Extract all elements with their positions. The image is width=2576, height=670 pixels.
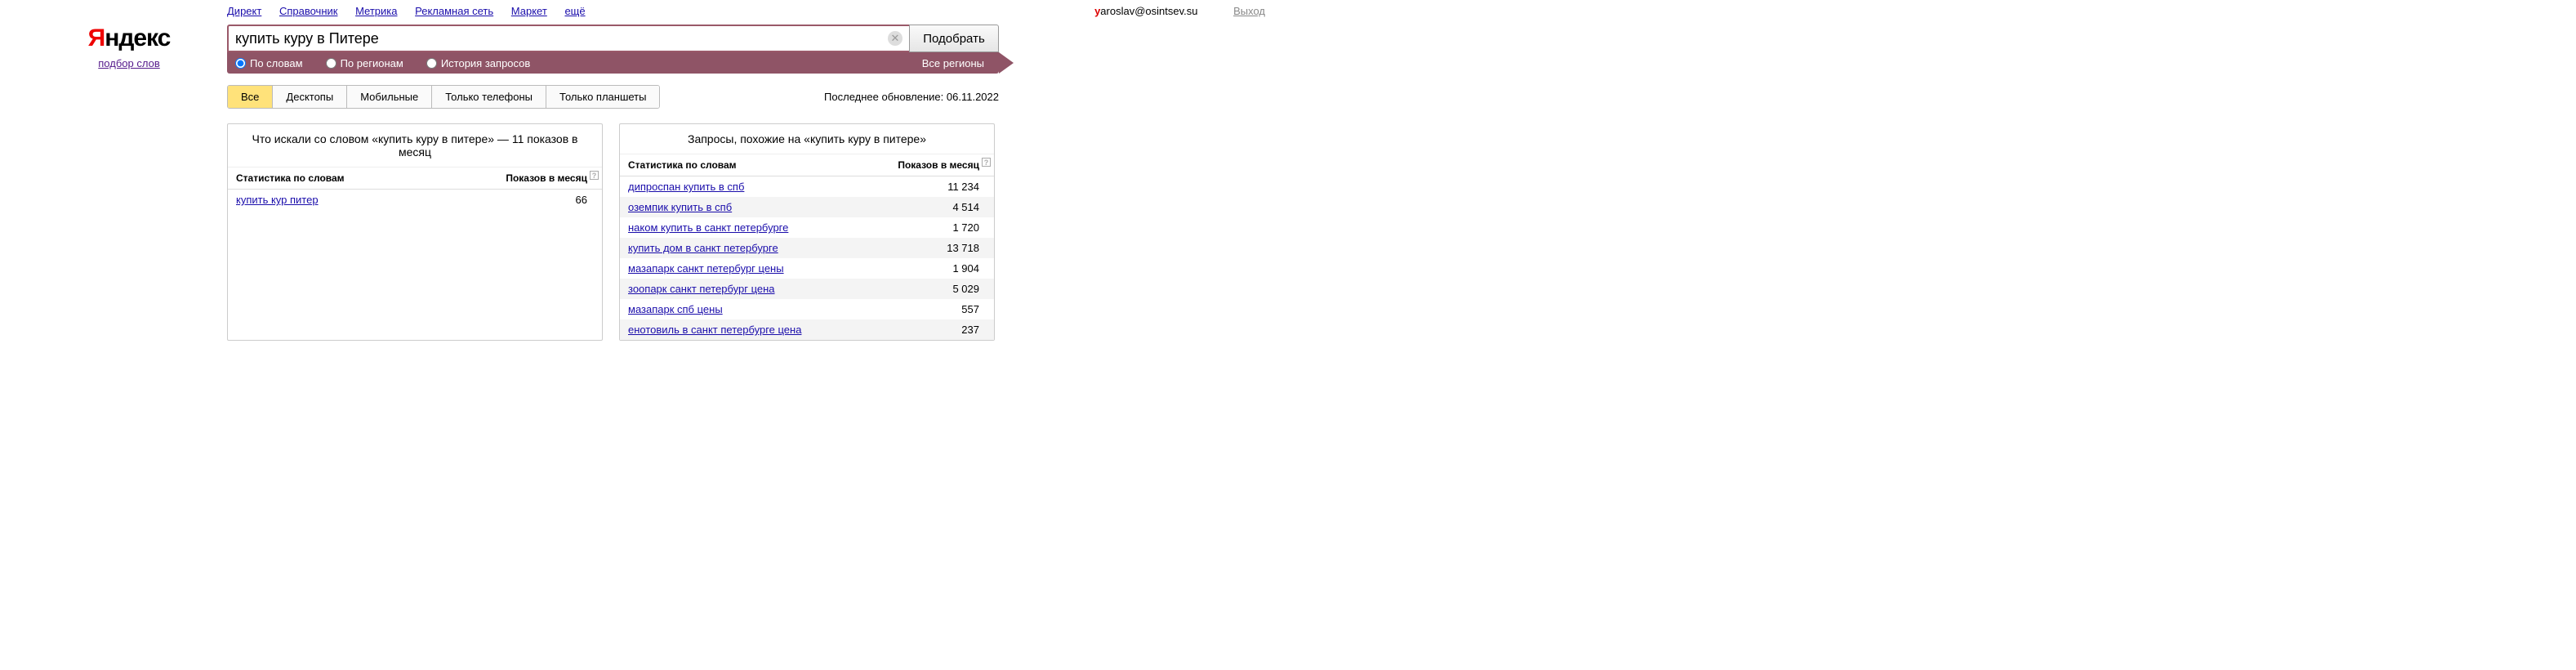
user-box: yaroslav@osintsev.su Выход [1094, 5, 1265, 17]
left-panel: Что искали со словом «купить куру в пите… [227, 123, 603, 341]
query-link[interactable]: енотовиль в санкт петербурге цена [628, 324, 801, 336]
query-count: 4 514 [862, 197, 994, 217]
topbar: Директ Справочник Метрика Рекламная сеть… [0, 0, 1288, 18]
yandex-logo[interactable]: Яндекс [56, 25, 203, 52]
query-count: 1 720 [862, 217, 994, 238]
device-row: Все Десктопы Мобильные Только телефоны Т… [227, 85, 999, 109]
left-col-count: Показов в месяц? [431, 168, 602, 190]
user-login[interactable]: yaroslav@osintsev.su [1094, 5, 1197, 17]
table-row: дипроспан купить в спб 11 234 [620, 176, 994, 198]
table-row: оземпик купить в спб 4 514 [620, 197, 994, 217]
query-link[interactable]: зоопарк санкт петербург цена [628, 283, 775, 295]
query-link[interactable]: купить кур питер [236, 194, 319, 206]
topnav-link-rsya[interactable]: Рекламная сеть [415, 5, 493, 17]
topnav-link-more[interactable]: ещё [564, 5, 585, 17]
search-block: ✕ Подобрать По словам По регионам Истори… [227, 25, 999, 74]
clear-icon[interactable]: ✕ [888, 31, 902, 46]
table-row: зоопарк санкт петербург цена 5 029 [620, 279, 994, 299]
search-input[interactable] [235, 30, 888, 47]
left-panel-title: Что искали со словом «купить куру в пите… [228, 124, 602, 168]
query-link[interactable]: оземпик купить в спб [628, 201, 732, 213]
query-link[interactable]: дипроспан купить в спб [628, 181, 744, 193]
topnav-link-sprav[interactable]: Справочник [279, 5, 338, 17]
help-icon[interactable]: ? [982, 158, 991, 167]
logo-column: Яндекс подбор слов [56, 25, 203, 69]
topnav-link-direct[interactable]: Директ [227, 5, 261, 17]
device-tab-desktop[interactable]: Десктопы [273, 86, 347, 108]
query-link[interactable]: наком купить в санкт петербурге [628, 221, 788, 234]
query-link[interactable]: мазапарк санкт петербург цены [628, 262, 784, 275]
table-row: купить дом в санкт петербурге 13 718 [620, 238, 994, 258]
right-panel: Запросы, похожие на «купить куру в питер… [619, 123, 995, 341]
table-row: купить кур питер 66 [228, 190, 602, 211]
query-link[interactable]: купить дом в санкт петербурге [628, 242, 778, 254]
query-count: 237 [862, 319, 994, 340]
table-row: наком купить в санкт петербурге 1 720 [620, 217, 994, 238]
right-col-count: Показов в месяц? [862, 154, 994, 176]
right-col-stat: Статистика по словам [620, 154, 862, 176]
device-tabs: Все Десктопы Мобильные Только телефоны Т… [227, 85, 660, 109]
search-mode-bar: По словам По регионам История запросов В… [227, 52, 999, 74]
table-row: мазапарк санкт петербург цены 1 904 [620, 258, 994, 279]
topnav-link-market[interactable]: Маркет [511, 5, 547, 17]
radio-by-regions[interactable]: По регионам [326, 57, 403, 69]
topnav: Директ Справочник Метрика Рекламная сеть… [227, 5, 600, 17]
device-tab-mobile[interactable]: Мобильные [347, 86, 432, 108]
right-table: Статистика по словам Показов в месяц? ди… [620, 154, 994, 340]
right-panel-title: Запросы, похожие на «купить куру в питер… [620, 124, 994, 154]
table-row: мазапарк спб цены 557 [620, 299, 994, 319]
wordstat-subtitle-link[interactable]: подбор слов [98, 57, 159, 69]
device-tab-phones[interactable]: Только телефоны [432, 86, 546, 108]
regions-selector[interactable]: Все регионы [922, 57, 984, 69]
query-link[interactable]: мазапарк спб цены [628, 303, 723, 315]
radio-by-words[interactable]: По словам [235, 57, 303, 69]
device-tab-all[interactable]: Все [228, 86, 273, 108]
help-icon[interactable]: ? [590, 171, 599, 180]
left-table: Статистика по словам Показов в месяц? ку… [228, 168, 602, 210]
query-count: 13 718 [862, 238, 994, 258]
query-count: 66 [431, 190, 602, 211]
query-count: 11 234 [862, 176, 994, 198]
left-col-stat: Статистика по словам [228, 168, 431, 190]
logout-link[interactable]: Выход [1233, 5, 1265, 17]
results-area: Что искали со словом «купить куру в пите… [227, 123, 999, 341]
last-update-label: Последнее обновление: 06.11.2022 [824, 91, 999, 103]
device-tab-tablets[interactable]: Только планшеты [546, 86, 659, 108]
query-count: 1 904 [862, 258, 994, 279]
topnav-link-metrika[interactable]: Метрика [355, 5, 397, 17]
search-input-wrap: ✕ [227, 25, 909, 52]
search-button[interactable]: Подобрать [909, 25, 999, 52]
query-count: 5 029 [862, 279, 994, 299]
query-count: 557 [862, 299, 994, 319]
table-row: енотовиль в санкт петербурге цена 237 [620, 319, 994, 340]
radio-history[interactable]: История запросов [426, 57, 531, 69]
